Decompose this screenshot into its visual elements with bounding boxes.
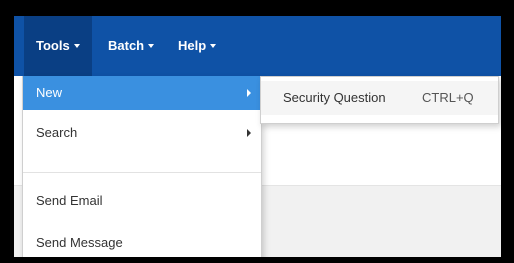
caret-down-icon: [73, 43, 80, 48]
keyboard-shortcut: CTRL+Q: [422, 90, 474, 105]
menu-item-send-email[interactable]: Send Email: [23, 184, 261, 218]
screenshot-frame: Tools Batch Help New Search Send Email S…: [0, 0, 514, 263]
menu-item-label: Search: [36, 125, 78, 140]
menu-item-send-message[interactable]: Send Message: [23, 226, 261, 257]
app-window: Tools Batch Help New Search Send Email S…: [14, 16, 501, 257]
chevron-right-icon: [247, 129, 251, 137]
caret-down-icon: [148, 43, 155, 48]
help-menu-label: Help: [178, 38, 207, 53]
menu-item-new[interactable]: New: [23, 76, 261, 110]
batch-menu-button[interactable]: Batch: [102, 16, 160, 76]
caret-down-icon: [210, 43, 217, 48]
menu-item-label: Send Email: [36, 193, 103, 208]
menu-item-label: Send Message: [36, 235, 123, 250]
tools-menu-label: Tools: [36, 38, 70, 53]
tools-dropdown-menu: New Search Send Email Send Message: [22, 76, 262, 257]
menu-item-label: New: [36, 85, 63, 100]
menu-divider: [23, 172, 261, 173]
top-navbar: Tools Batch Help: [14, 16, 501, 76]
submenu-item-security-question[interactable]: Security Question CTRL+Q: [261, 81, 498, 115]
help-menu-button[interactable]: Help: [172, 16, 222, 76]
submenu-item-label: Security Question: [283, 90, 386, 105]
menu-item-search[interactable]: Search: [23, 116, 261, 150]
batch-menu-label: Batch: [108, 38, 145, 53]
chevron-right-icon: [247, 89, 251, 97]
new-submenu: Security Question CTRL+Q: [260, 76, 499, 124]
tools-menu-button[interactable]: Tools: [24, 16, 92, 76]
